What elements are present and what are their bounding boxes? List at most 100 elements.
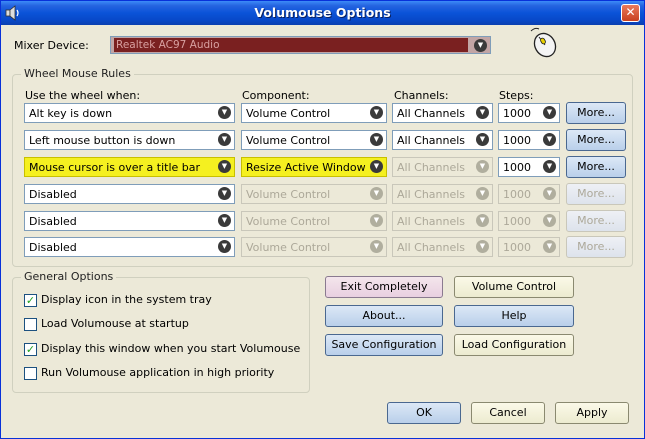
load-configuration-label: Load Configuration: [461, 338, 567, 351]
channels-select-value: All Channels: [397, 215, 466, 228]
component-select: Volume Control ▼: [241, 211, 387, 231]
volume-control-label: Volume Control: [471, 280, 557, 293]
chevron-down-icon: ▼: [476, 240, 489, 253]
more-button: More...: [566, 236, 626, 258]
general-options-title: General Options: [21, 270, 117, 283]
option-label[interactable]: Run Volumouse application in high priori…: [41, 366, 274, 379]
chevron-down-icon: ▼: [543, 187, 556, 200]
steps-select[interactable]: 1000 ▼: [498, 130, 560, 150]
title-bar[interactable]: Volumouse Options ✕: [1, 1, 644, 25]
wheel-when-select[interactable]: Disabled ▼: [24, 211, 235, 231]
chevron-down-icon[interactable]: ▼: [543, 160, 556, 173]
about-button[interactable]: About...: [325, 305, 443, 327]
chevron-down-icon[interactable]: ▼: [476, 106, 489, 119]
option-label[interactable]: Load Volumouse at startup: [41, 317, 189, 330]
channels-select[interactable]: All Channels ▼: [392, 103, 493, 123]
chevron-down-icon[interactable]: ▼: [543, 106, 556, 119]
more-button: More...: [566, 210, 626, 232]
channels-select: All Channels ▼: [392, 184, 493, 204]
header-channels: Channels:: [394, 89, 449, 102]
chevron-down-icon[interactable]: ▼: [370, 133, 383, 146]
header-component: Component:: [242, 89, 310, 102]
option-checkbox[interactable]: [24, 367, 37, 380]
wheel-when-select-value: Disabled: [29, 241, 77, 254]
component-select-value: Resize Active Window: [246, 161, 366, 174]
wheel-when-select-value: Alt key is down: [29, 107, 113, 120]
more-label: More...: [577, 133, 615, 146]
steps-select: 1000 ▼: [498, 237, 560, 257]
wheel-mouse-rules-title: Wheel Mouse Rules: [21, 67, 134, 80]
chevron-down-icon[interactable]: ▼: [218, 133, 231, 146]
steps-select-value: 1000: [503, 215, 531, 228]
exit-completely-button[interactable]: Exit Completely: [325, 276, 443, 298]
chevron-down-icon: ▼: [476, 160, 489, 173]
component-select-value: Volume Control: [246, 188, 331, 201]
more-button: More...: [566, 183, 626, 205]
wheel-when-select[interactable]: Left mouse button is down ▼: [24, 130, 235, 150]
channels-select-value: All Channels: [397, 188, 466, 201]
option-label[interactable]: Display this window when you start Volum…: [41, 342, 300, 355]
ok-label: OK: [416, 406, 432, 419]
chevron-down-icon[interactable]: ▼: [370, 160, 383, 173]
chevron-down-icon: ▼: [370, 240, 383, 253]
chevron-down-icon: ▼: [476, 214, 489, 227]
save-configuration-label: Save Configuration: [331, 338, 437, 351]
steps-select-value: 1000: [503, 241, 531, 254]
cancel-button[interactable]: Cancel: [471, 402, 545, 424]
about-label: About...: [362, 309, 406, 322]
more-button[interactable]: More...: [566, 129, 626, 151]
wheel-when-select-value: Disabled: [29, 188, 77, 201]
chevron-down-icon[interactable]: ▼: [218, 214, 231, 227]
component-select[interactable]: Volume Control ▼: [241, 103, 387, 123]
cancel-label: Cancel: [489, 406, 527, 419]
wheel-when-select[interactable]: Disabled ▼: [24, 237, 235, 257]
help-button[interactable]: Help: [454, 305, 574, 327]
component-select-value: Volume Control: [246, 134, 331, 147]
option-checkbox[interactable]: ✓: [24, 294, 37, 307]
close-button[interactable]: ✕: [621, 4, 640, 22]
apply-label: Apply: [576, 406, 608, 419]
steps-select[interactable]: 1000 ▼: [498, 103, 560, 123]
window-title: Volumouse Options: [254, 5, 391, 20]
mixer-device-select[interactable]: Realtek AC97 Audio ▼: [110, 36, 491, 54]
chevron-down-icon[interactable]: ▼: [476, 133, 489, 146]
more-button[interactable]: More...: [566, 102, 626, 124]
wheel-when-select-value: Disabled: [29, 215, 77, 228]
component-select: Volume Control ▼: [241, 237, 387, 257]
chevron-down-icon[interactable]: ▼: [474, 39, 487, 52]
help-label: Help: [501, 309, 527, 322]
chevron-down-icon[interactable]: ▼: [218, 240, 231, 253]
channels-select: All Channels ▼: [392, 211, 493, 231]
option-checkbox[interactable]: ✓: [24, 343, 37, 356]
more-label: More...: [577, 187, 615, 200]
mouse-icon: [530, 27, 557, 58]
chevron-down-icon[interactable]: ▼: [218, 187, 231, 200]
apply-button[interactable]: Apply: [555, 402, 629, 424]
wheel-when-select[interactable]: Alt key is down ▼: [24, 103, 235, 123]
option-checkbox[interactable]: [24, 318, 37, 331]
chevron-down-icon[interactable]: ▼: [218, 106, 231, 119]
chevron-down-icon[interactable]: ▼: [543, 133, 556, 146]
exit-completely-label: Exit Completely: [340, 280, 428, 293]
option-label[interactable]: Display icon in the system tray: [41, 293, 212, 306]
steps-select-value: 1000: [503, 188, 531, 201]
save-configuration-button[interactable]: Save Configuration: [325, 334, 443, 356]
steps-select-value: 1000: [503, 161, 531, 174]
wheel-when-select-value: Left mouse button is down: [29, 134, 176, 147]
channels-select: All Channels ▼: [392, 157, 493, 177]
channels-select[interactable]: All Channels ▼: [392, 130, 493, 150]
chevron-down-icon[interactable]: ▼: [218, 160, 231, 173]
channels-select-value: All Channels: [397, 134, 466, 147]
chevron-down-icon[interactable]: ▼: [370, 106, 383, 119]
load-configuration-button[interactable]: Load Configuration: [454, 334, 574, 356]
steps-select[interactable]: 1000 ▼: [498, 157, 560, 177]
steps-select: 1000 ▼: [498, 184, 560, 204]
chevron-down-icon: ▼: [370, 187, 383, 200]
volume-control-button[interactable]: Volume Control: [454, 276, 574, 298]
more-button[interactable]: More...: [566, 156, 626, 178]
wheel-when-select[interactable]: Disabled ▼: [24, 184, 235, 204]
ok-button[interactable]: OK: [387, 402, 461, 424]
component-select[interactable]: Volume Control ▼: [241, 130, 387, 150]
component-select[interactable]: Resize Active Window ▼: [241, 157, 387, 177]
wheel-when-select[interactable]: Mouse cursor is over a title bar ▼: [24, 157, 235, 177]
